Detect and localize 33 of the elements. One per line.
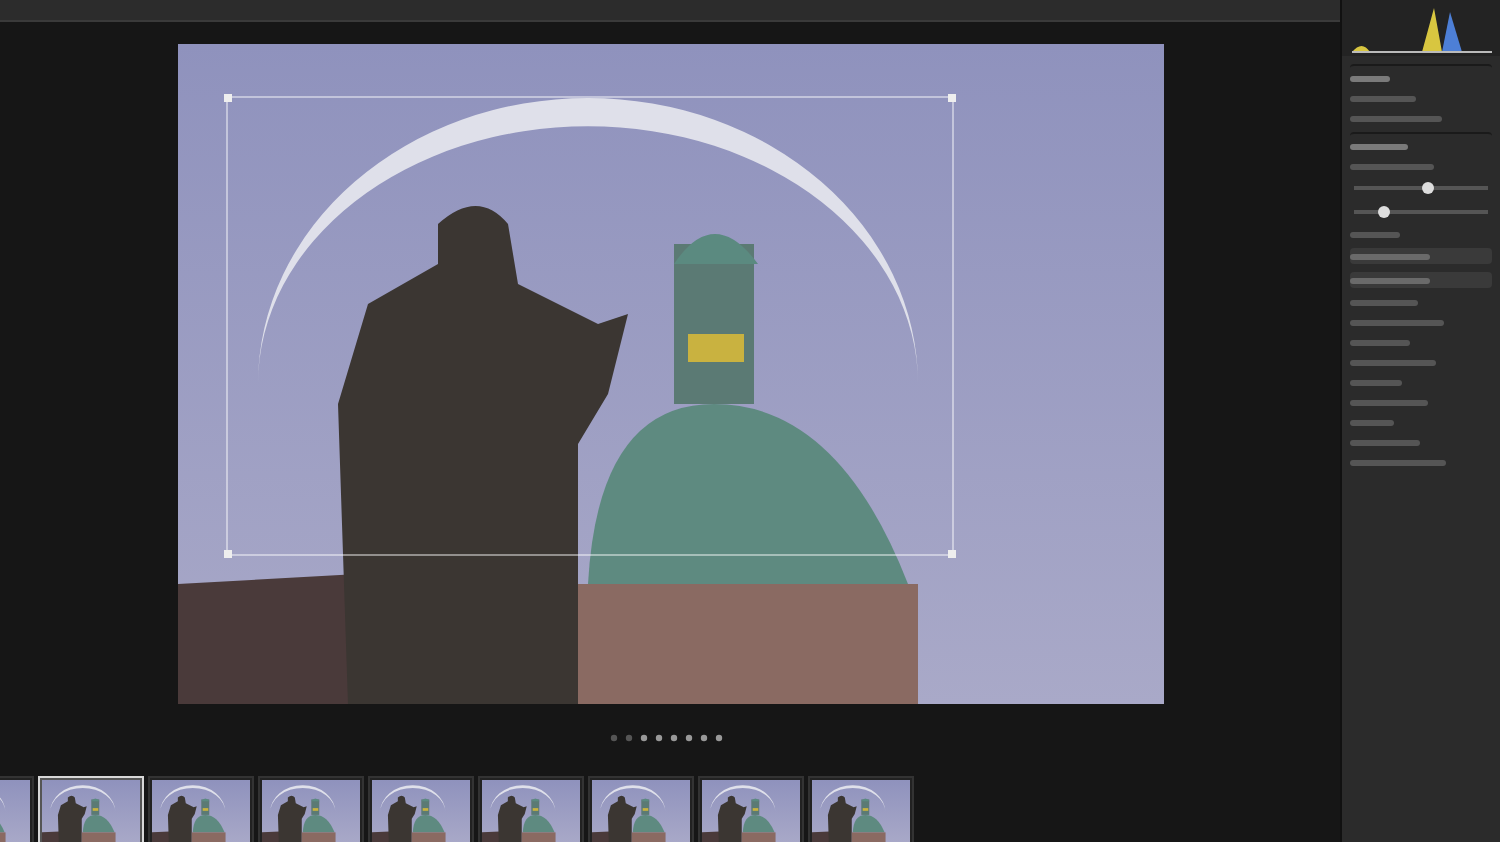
panel-row-mark [1350,339,1410,345]
panel-row-mark [1350,459,1446,465]
thumbnail[interactable] [258,776,364,842]
panel-row-mark [1350,299,1418,305]
panel-row-mark [1350,399,1428,405]
panel-row-mark [1350,163,1434,169]
thumbnail-photo [592,780,690,842]
crop-frame[interactable] [225,96,953,556]
panel-row-mark [1350,439,1420,445]
panel-row-mark [1350,419,1394,425]
thumbnail[interactable] [368,776,474,842]
panel-row-mark [1350,359,1436,365]
thumbnail-photo [702,780,800,842]
section-heading-mark [1350,75,1390,81]
thumbnail-photo [262,780,360,842]
panel-row-mark [1350,319,1444,325]
thumbnail-photo [42,780,140,842]
thumbnail-photo [372,780,470,842]
panel-row-mark [1350,95,1416,101]
panel-row-mark [1350,379,1402,385]
thumbnail[interactable] [478,776,584,842]
thumbnail[interactable] [808,776,914,842]
slider-thumb[interactable] [1377,206,1390,218]
thumbnail-photo [812,780,910,842]
panel-row-mark [1350,231,1400,237]
thumbnail[interactable] [148,776,254,842]
slider-thumb[interactable] [1421,182,1434,194]
panel-row-mark [1350,115,1442,121]
thumbnail[interactable] [698,776,804,842]
thumbnail[interactable] [588,776,694,842]
thumbnail-photo [152,780,250,842]
section-heading-mark [1350,143,1408,149]
thumbnail-photo [482,780,580,842]
